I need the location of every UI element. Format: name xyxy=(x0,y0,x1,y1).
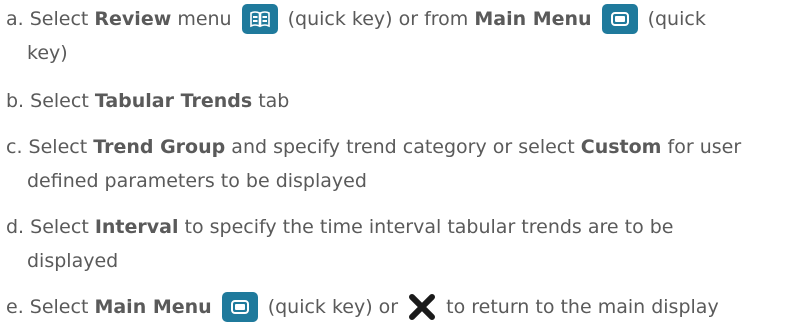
step-text: for user xyxy=(667,136,742,158)
step-b: b. Select Tabular Trends tab xyxy=(6,84,289,118)
main-menu-monitor-icon xyxy=(601,4,638,34)
step-marker: b. xyxy=(6,90,25,112)
step-text: to return to the main display xyxy=(446,296,719,318)
step-text: key) xyxy=(27,42,68,64)
step-text: and specify trend category or select xyxy=(231,136,575,158)
step-text: to specify the time interval tabular tre… xyxy=(184,216,674,238)
main-menu-label: Main Menu xyxy=(474,8,592,30)
custom-label: Custom xyxy=(580,136,662,158)
step-text: Select xyxy=(29,8,89,30)
step-text: displayed xyxy=(27,250,119,272)
tabular-trends-label: Tabular Trends xyxy=(94,90,253,112)
step-text: (quick xyxy=(647,8,706,30)
interval-label: Interval xyxy=(94,216,179,238)
step-a: a. Select Review menu (quick key) or fro… xyxy=(6,2,706,70)
step-text: (quick key) or from xyxy=(287,8,469,30)
step-text: Select xyxy=(29,296,89,318)
main-menu-monitor-icon xyxy=(221,292,258,322)
review-menu-label: Review xyxy=(94,8,172,30)
step-text: Select xyxy=(30,90,89,112)
step-text: defined parameters to be displayed xyxy=(27,170,367,192)
step-d: d. Select Interval to specify the time i… xyxy=(6,210,674,278)
step-text: menu xyxy=(177,8,232,30)
step-marker: e. xyxy=(6,296,24,318)
step-text: (quick key) or xyxy=(267,296,399,318)
trend-group-label: Trend Group xyxy=(93,136,226,158)
step-text: tab xyxy=(258,90,290,112)
step-c: c. Select Trend Group and specify trend … xyxy=(6,130,741,198)
step-text: Select xyxy=(30,216,89,238)
main-menu-label: Main Menu xyxy=(94,296,212,318)
step-marker: a. xyxy=(6,8,24,30)
close-x-icon xyxy=(406,292,438,322)
step-e: e. Select Main Menu (quick key) or to re… xyxy=(6,290,719,324)
step-text: Select xyxy=(28,136,88,158)
step-marker: c. xyxy=(6,136,23,158)
step-marker: d. xyxy=(6,216,25,238)
review-book-icon xyxy=(241,4,278,34)
